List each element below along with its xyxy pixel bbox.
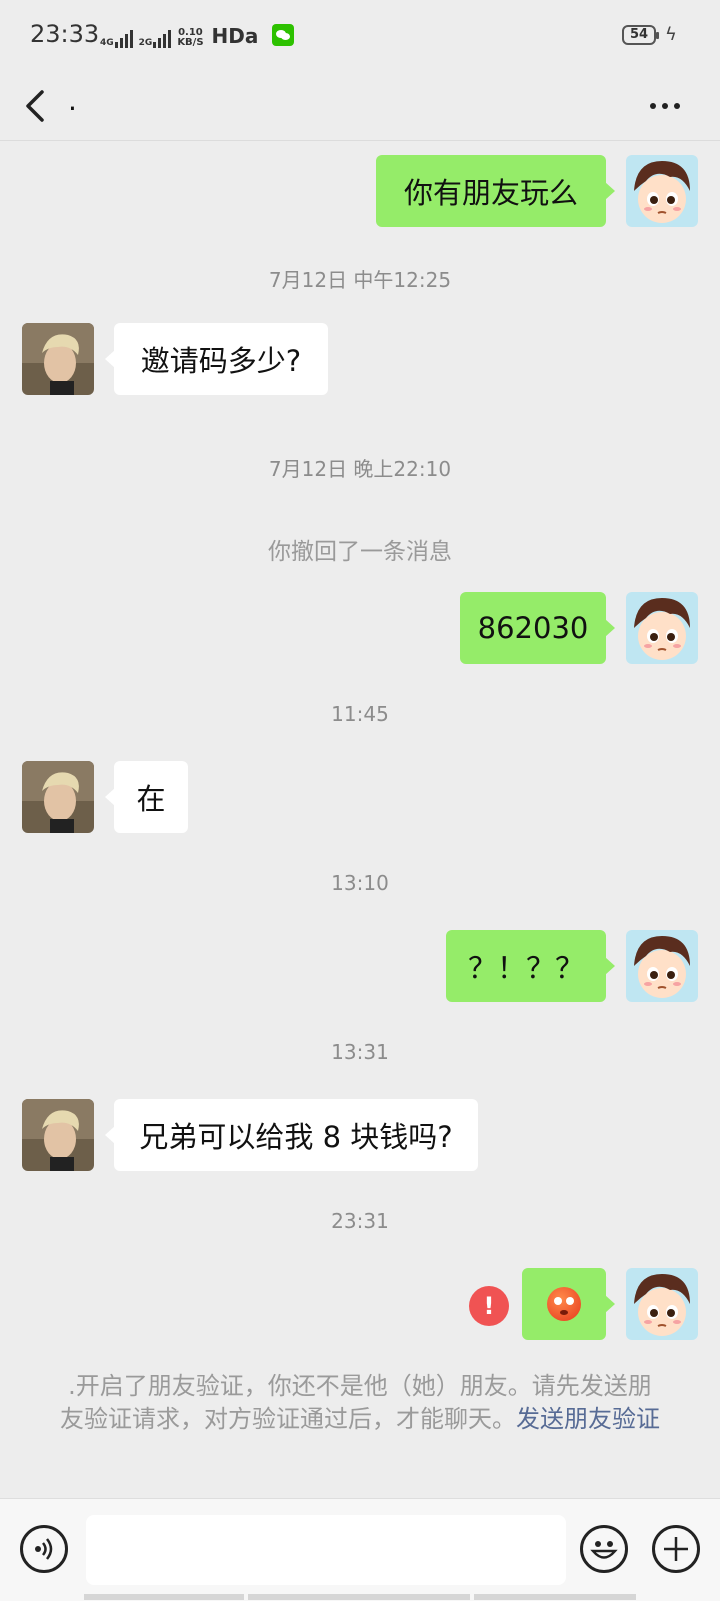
contact-message-bubble[interactable]: 兄弟可以给我 8 块钱吗?: [105, 1099, 478, 1171]
message-text: 862030: [477, 611, 589, 645]
recall-notice: 你撤回了一条消息: [268, 539, 452, 565]
contact-photo-avatar-image: [22, 323, 94, 395]
smiley-icon: [590, 1541, 618, 1559]
keyboard-strip-segment: [84, 1594, 244, 1600]
message-text: 兄弟可以给我 8 块钱吗?: [139, 1120, 453, 1154]
keyboard-strip-segment: [474, 1594, 636, 1600]
more-options-button[interactable]: [640, 86, 690, 126]
message-text: ？！？？: [467, 951, 584, 985]
signal-2g-icon: 2G: [139, 28, 172, 48]
send-friend-request-link[interactable]: 发送朋友验证: [516, 1405, 660, 1433]
timestamp: 13:10: [331, 871, 389, 895]
contact-photo-avatar-image: [22, 761, 94, 833]
cartoon-boy-avatar-image: [626, 592, 698, 664]
timestamp: 7月12日 晚上22:10: [268, 457, 452, 481]
my-emoji-message-bubble[interactable]: [522, 1268, 615, 1340]
my-message-bubble[interactable]: 862030: [460, 592, 615, 664]
my-message-bubble[interactable]: ？！？？: [446, 930, 615, 1002]
my-message-bubble[interactable]: 你有朋友玩么: [376, 155, 615, 227]
plus-icon: [664, 1537, 688, 1561]
status-time: 23:33: [30, 20, 100, 48]
message-text: 邀请码多少?: [140, 344, 302, 378]
charging-icon: ϟ: [665, 24, 677, 45]
cartoon-boy-avatar-image: [626, 1268, 698, 1340]
network-speed: 0.10 KB/S: [177, 28, 203, 48]
send-failed-icon[interactable]: !: [469, 1286, 509, 1326]
timestamp: 11:45: [331, 702, 389, 726]
cartoon-boy-avatar-image: [626, 930, 698, 1002]
message-text: 你有朋友玩么: [403, 176, 578, 210]
contact-message-bubble[interactable]: 邀请码多少?: [105, 323, 328, 395]
wechat-notification-icon: [272, 24, 295, 46]
contact-photo-avatar-image: [22, 1099, 94, 1171]
voice-button[interactable]: [20, 1525, 68, 1573]
battery-icon: 54: [622, 25, 659, 45]
voice-icon: [35, 1538, 53, 1560]
back-button[interactable]: [22, 86, 58, 126]
friend-verification-notice: .开启了朋友验证，你还不是他（她）朋友。请先发送朋友验证请求，对方验证通过后，才…: [60, 1370, 660, 1436]
signal-4g-icon: 4G: [100, 28, 133, 48]
input-bar: [0, 1498, 720, 1601]
hd-indicator: HDa: [211, 24, 259, 48]
net2-label: 2G: [138, 38, 153, 48]
my-avatar[interactable]: [626, 1268, 698, 1340]
timestamp: 7月12日 中午12:25: [268, 268, 452, 292]
chat-title: .: [68, 84, 77, 117]
contact-message-bubble[interactable]: 在: [105, 761, 188, 833]
cartoon-boy-avatar-image: [626, 155, 698, 227]
chat-header: .: [0, 72, 720, 141]
keyboard-strip-segment: [248, 1594, 470, 1600]
speed-unit: KB/S: [177, 37, 204, 48]
more-dots-icon: [650, 103, 656, 109]
my-avatar[interactable]: [626, 592, 698, 664]
timestamp: 13:31: [331, 1040, 389, 1064]
network-indicators: 4G 2G 0.10 KB/S HDa: [100, 24, 295, 48]
message-input[interactable]: [86, 1515, 566, 1585]
contact-avatar[interactable]: [22, 761, 94, 833]
flushed-emoji: [547, 1287, 581, 1321]
contact-avatar[interactable]: [22, 323, 94, 395]
contact-avatar[interactable]: [22, 1099, 94, 1171]
net1-label: 4G: [100, 38, 114, 48]
chevron-left-icon: [26, 90, 44, 122]
my-avatar[interactable]: [626, 155, 698, 227]
my-avatar[interactable]: [626, 930, 698, 1002]
timestamp: 23:31: [331, 1209, 389, 1233]
status-bar: 23:33 4G 2G 0.10 KB/S HDa 54 ϟ: [0, 0, 720, 72]
more-functions-button[interactable]: [652, 1525, 700, 1573]
emoji-button[interactable]: [580, 1525, 628, 1573]
message-text: 在: [136, 782, 166, 816]
